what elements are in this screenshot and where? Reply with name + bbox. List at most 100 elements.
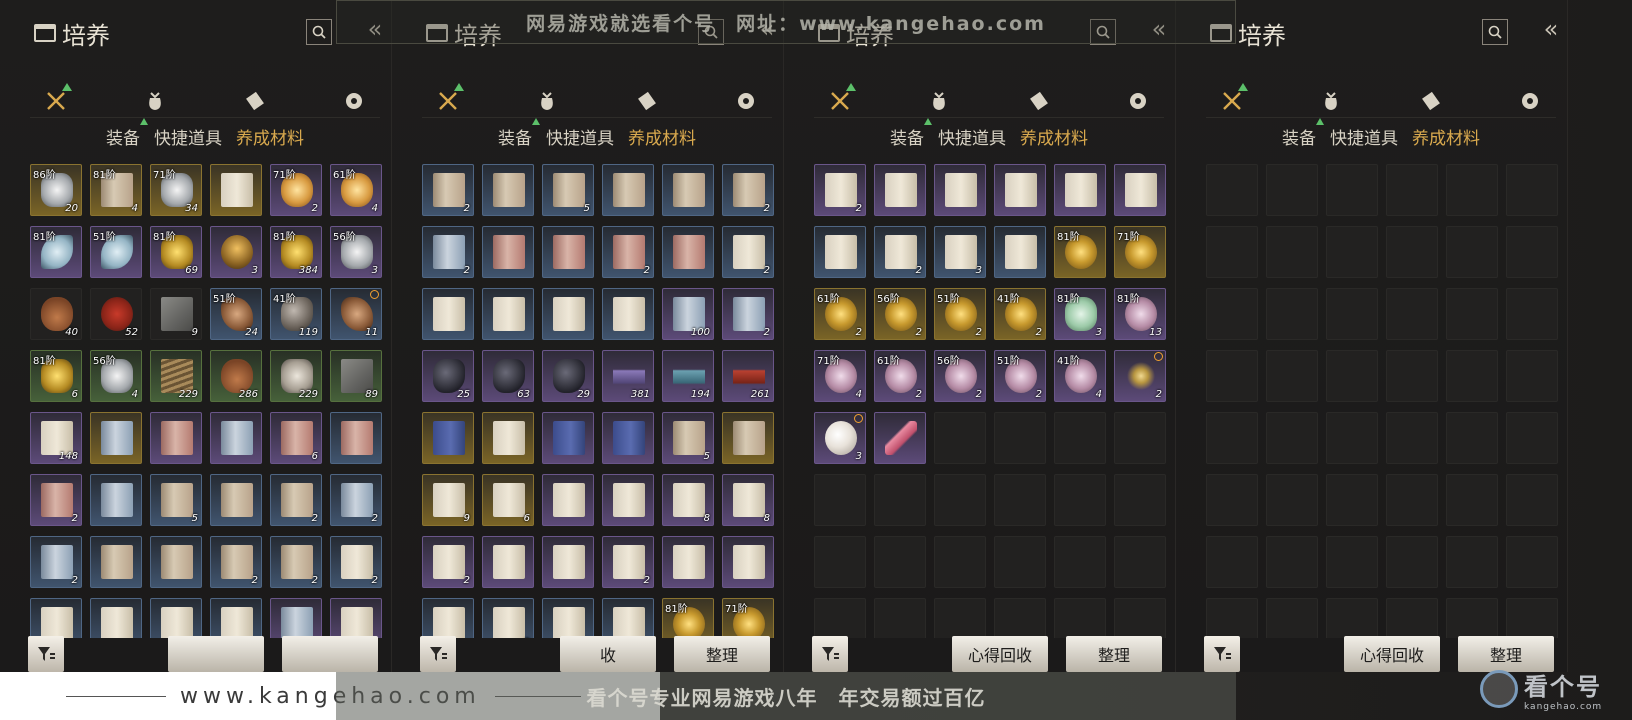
item-slot[interactable]: 2 (722, 226, 774, 278)
item-slot[interactable]: 229 (270, 350, 322, 402)
item-slot[interactable]: 41阶 2 (994, 288, 1046, 340)
tab-quick-items[interactable]: 快捷道具 (1330, 124, 1398, 152)
empty-slot[interactable] (1386, 288, 1438, 340)
empty-slot[interactable] (1386, 226, 1438, 278)
item-slot[interactable]: 81阶 3 (1054, 288, 1106, 340)
sort-button[interactable]: 整理 (1066, 636, 1162, 672)
scroll-icon[interactable] (633, 87, 661, 115)
scroll-icon[interactable] (241, 87, 269, 115)
tab-quick-items[interactable]: 快捷道具 (546, 124, 614, 152)
item-slot[interactable]: 5 (662, 412, 714, 464)
empty-slot[interactable] (1386, 412, 1438, 464)
pouch-icon[interactable] (925, 87, 953, 115)
filter-button[interactable] (1204, 636, 1240, 672)
item-slot[interactable]: 52 (90, 288, 142, 340)
empty-slot[interactable] (1446, 474, 1498, 526)
scroll-icon[interactable] (1417, 87, 1445, 115)
empty-slot[interactable] (1266, 474, 1318, 526)
item-slot[interactable] (210, 412, 262, 464)
empty-slot[interactable] (1114, 412, 1166, 464)
empty-slot[interactable] (1446, 350, 1498, 402)
tab-equipment[interactable]: 装备 (498, 118, 540, 152)
item-slot[interactable] (542, 288, 594, 340)
gem-icon[interactable] (340, 87, 368, 115)
empty-slot[interactable] (1326, 288, 1378, 340)
empty-slot[interactable] (934, 536, 986, 588)
item-slot[interactable]: 2 (1114, 350, 1166, 402)
empty-slot[interactable] (1266, 226, 1318, 278)
item-slot[interactable] (90, 412, 142, 464)
pouch-icon[interactable] (533, 87, 561, 115)
item-slot[interactable]: 2 (722, 164, 774, 216)
item-slot[interactable]: 89 (330, 350, 382, 402)
item-slot[interactable]: 2 (30, 536, 82, 588)
empty-slot[interactable] (1446, 536, 1498, 588)
item-slot[interactable] (662, 226, 714, 278)
empty-slot[interactable] (1386, 474, 1438, 526)
filter-button[interactable] (420, 636, 456, 672)
item-slot[interactable]: 2 (30, 474, 82, 526)
item-slot[interactable] (814, 226, 866, 278)
empty-slot[interactable] (1206, 536, 1258, 588)
empty-slot[interactable] (1114, 536, 1166, 588)
empty-slot[interactable] (994, 536, 1046, 588)
crossed-swords-icon[interactable] (434, 82, 464, 115)
empty-slot[interactable] (1506, 350, 1558, 402)
item-slot[interactable]: 100 (662, 288, 714, 340)
recycle-button[interactable]: 收 (560, 636, 656, 672)
empty-slot[interactable] (1206, 288, 1258, 340)
item-slot[interactable]: 40 (30, 288, 82, 340)
item-slot[interactable]: 261 (722, 350, 774, 402)
empty-slot[interactable] (1326, 412, 1378, 464)
empty-slot[interactable] (1386, 164, 1438, 216)
item-slot[interactable] (482, 412, 534, 464)
empty-slot[interactable] (1266, 350, 1318, 402)
item-slot[interactable]: 148 (30, 412, 82, 464)
empty-slot[interactable] (1386, 536, 1438, 588)
item-slot[interactable]: 2 (270, 474, 322, 526)
item-slot[interactable] (210, 164, 262, 216)
search-button[interactable] (1482, 19, 1508, 45)
item-slot[interactable]: 56阶 2 (874, 288, 926, 340)
tab-quick-items[interactable]: 快捷道具 (154, 124, 222, 152)
pouch-icon[interactable] (141, 87, 169, 115)
item-slot[interactable]: 61阶 4 (330, 164, 382, 216)
item-slot[interactable]: 51阶 2 (994, 350, 1046, 402)
empty-slot[interactable] (1326, 536, 1378, 588)
item-slot[interactable] (482, 536, 534, 588)
empty-slot[interactable] (1326, 474, 1378, 526)
item-slot[interactable]: 51阶 (90, 226, 142, 278)
empty-slot[interactable] (874, 536, 926, 588)
item-slot[interactable]: 56阶 2 (934, 350, 986, 402)
item-slot[interactable] (422, 288, 474, 340)
item-slot[interactable]: 56阶 4 (90, 350, 142, 402)
item-slot[interactable]: 81阶 4 (90, 164, 142, 216)
item-slot[interactable] (482, 164, 534, 216)
empty-slot[interactable] (1506, 226, 1558, 278)
item-slot[interactable]: 6 (270, 412, 322, 464)
item-slot[interactable] (722, 412, 774, 464)
filter-button[interactable] (812, 636, 848, 672)
item-slot[interactable]: 8 (662, 474, 714, 526)
item-slot[interactable]: 86阶 20 (30, 164, 82, 216)
empty-slot[interactable] (1506, 288, 1558, 340)
item-slot[interactable]: 11 (330, 288, 382, 340)
pouch-icon[interactable] (1317, 87, 1345, 115)
item-slot[interactable]: 9 (422, 474, 474, 526)
item-slot[interactable]: 2 (602, 536, 654, 588)
recycle-button[interactable] (168, 636, 264, 672)
item-slot[interactable]: 81阶 69 (150, 226, 202, 278)
item-slot[interactable]: 286 (210, 350, 262, 402)
empty-slot[interactable] (1206, 412, 1258, 464)
empty-slot[interactable] (934, 412, 986, 464)
tab-quick-items[interactable]: 快捷道具 (938, 124, 1006, 152)
empty-slot[interactable] (1326, 164, 1378, 216)
tab-equipment[interactable]: 装备 (1282, 118, 1324, 152)
empty-slot[interactable] (814, 474, 866, 526)
recycle-button[interactable]: 心得回收 (1344, 636, 1440, 672)
tab-materials[interactable]: 养成材料 (236, 124, 304, 152)
item-slot[interactable] (542, 474, 594, 526)
item-slot[interactable]: 71阶 4 (814, 350, 866, 402)
item-slot[interactable] (662, 164, 714, 216)
tab-materials[interactable]: 养成材料 (1412, 124, 1480, 152)
